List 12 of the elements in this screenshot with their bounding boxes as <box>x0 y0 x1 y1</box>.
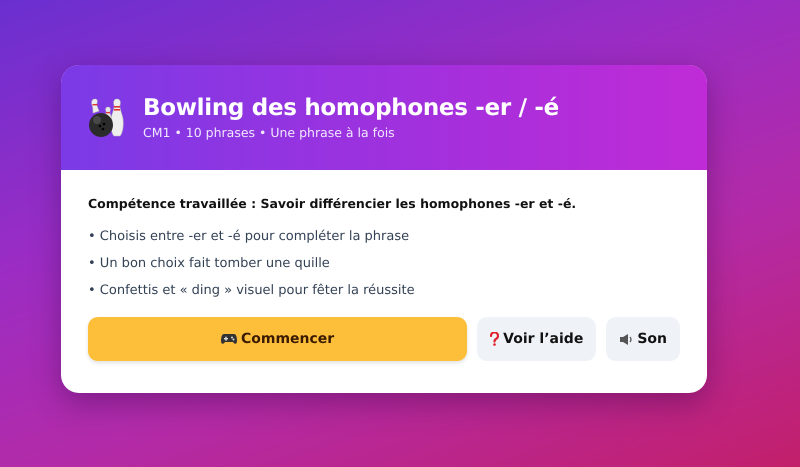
dialog-subtitle: CM1 • 10 phrases • Une phrase à la fois <box>143 125 396 140</box>
bullet-text: • Choisis entre -er et -é pour compléter la phrase <box>88 228 410 246</box>
speaker-icon <box>619 332 634 346</box>
gamepad-icon <box>220 333 237 345</box>
start-button[interactable]: Commencer <box>88 317 468 361</box>
dialog-title: Bowling des homophones -er / -é <box>143 95 559 121</box>
secondary-button[interactable]: Voir l’aide <box>477 317 596 361</box>
skill-text: Compétence travaillée : Savoir différencier les homophones -er et -é. <box>88 196 578 211</box>
question-icon <box>490 332 500 346</box>
bullet-text: • Un bon choix fait tomber une quille <box>88 255 331 273</box>
secondary-button[interactable]: Son <box>606 317 680 361</box>
bullet-text: • Confettis et « ding » visuel pour fêter la réussite <box>88 282 416 300</box>
